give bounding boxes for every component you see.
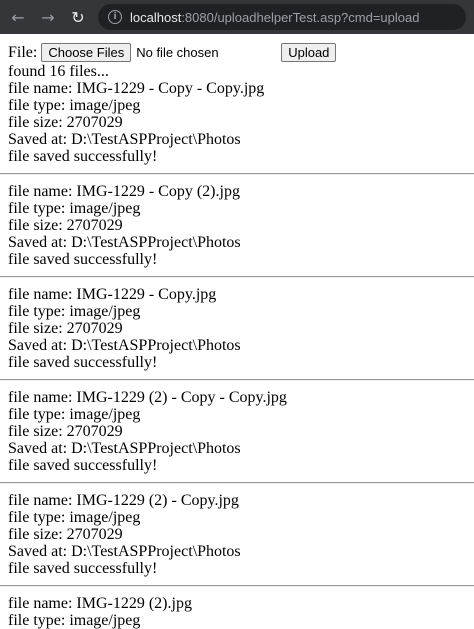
- file-type: file type: image/jpeg: [8, 97, 141, 114]
- file-label: File:: [8, 44, 38, 61]
- upload-button[interactable]: Upload: [281, 43, 337, 62]
- divider: [0, 276, 474, 278]
- file-saved-path: Saved at: D:\TestASPProject\Photos: [8, 440, 241, 457]
- address-bar[interactable]: i localhost:8080/uploadhelperTest.asp?cm…: [98, 4, 466, 30]
- no-file-chosen-text: No file chosen: [136, 45, 219, 60]
- file-saved-path: Saved at: D:\TestASPProject\Photos: [8, 131, 241, 148]
- divider: [0, 482, 474, 484]
- reload-icon[interactable]: ↻: [68, 7, 88, 27]
- file-status: file saved successfully!: [8, 354, 158, 371]
- file-status: file saved successfully!: [8, 148, 158, 165]
- file-size: file size: 2707029: [8, 423, 123, 440]
- file-name: file name: IMG-1229 (2).jpg: [8, 595, 192, 612]
- file-size: file size: 2707029: [8, 217, 123, 234]
- choose-files-button[interactable]: Choose Files: [41, 43, 132, 62]
- file-result: file name: IMG-1229 - Copy.jpg file type…: [8, 286, 466, 371]
- file-name: file name: IMG-1229 - Copy.jpg: [8, 286, 217, 303]
- forward-arrow-icon[interactable]: →: [38, 7, 58, 27]
- browser-toolbar: ← → ↻ i localhost:8080/uploadhelperTest.…: [0, 0, 474, 34]
- divider: [0, 173, 474, 175]
- url-path: :8080/uploadhelperTest.asp?cmd=upload: [181, 9, 420, 25]
- file-result: file name: IMG-1229 (2) - Copy - Copy.jp…: [8, 389, 466, 474]
- file-type: file type: image/jpeg: [8, 303, 141, 320]
- file-status: file saved successfully!: [8, 251, 158, 268]
- file-status: file saved successfully!: [8, 457, 158, 474]
- file-name: file name: IMG-1229 - Copy (2).jpg: [8, 183, 240, 200]
- file-type: file type: image/jpeg: [8, 612, 141, 629]
- file-size: file size: 2707029: [8, 526, 123, 543]
- back-arrow-icon[interactable]: ←: [8, 7, 28, 27]
- file-saved-path: Saved at: D:\TestASPProject\Photos: [8, 337, 241, 354]
- url-text: localhost:8080/uploadhelperTest.asp?cmd=…: [130, 10, 419, 25]
- file-size: file size: 2707029: [8, 114, 123, 131]
- info-icon[interactable]: i: [108, 10, 122, 24]
- file-saved-path: Saved at: D:\TestASPProject\Photos: [8, 234, 241, 251]
- file-type: file type: image/jpeg: [8, 509, 141, 526]
- file-type: file type: image/jpeg: [8, 406, 141, 423]
- file-name: file name: IMG-1229 - Copy - Copy.jpg: [8, 80, 265, 97]
- url-host: localhost: [130, 9, 182, 25]
- page-content: File: Choose Files No file chosen Upload…: [0, 34, 474, 629]
- file-result: file name: IMG-1229 (2).jpg file type: i…: [8, 595, 466, 629]
- divider: [0, 585, 474, 587]
- upload-form: File: Choose Files No file chosen Upload: [8, 43, 466, 62]
- file-name: file name: IMG-1229 (2) - Copy - Copy.jp…: [8, 389, 287, 406]
- file-result: file name: IMG-1229 - Copy - Copy.jpg fi…: [8, 80, 466, 165]
- file-status: file saved successfully!: [8, 560, 158, 577]
- summary-text: found 16 files...: [8, 63, 109, 80]
- file-type: file type: image/jpeg: [8, 200, 141, 217]
- file-saved-path: Saved at: D:\TestASPProject\Photos: [8, 543, 241, 560]
- divider: [0, 379, 474, 381]
- file-result: file name: IMG-1229 - Copy (2).jpg file …: [8, 183, 466, 268]
- file-name: file name: IMG-1229 (2) - Copy.jpg: [8, 492, 239, 509]
- file-result: file name: IMG-1229 (2) - Copy.jpg file …: [8, 492, 466, 577]
- file-size: file size: 2707029: [8, 320, 123, 337]
